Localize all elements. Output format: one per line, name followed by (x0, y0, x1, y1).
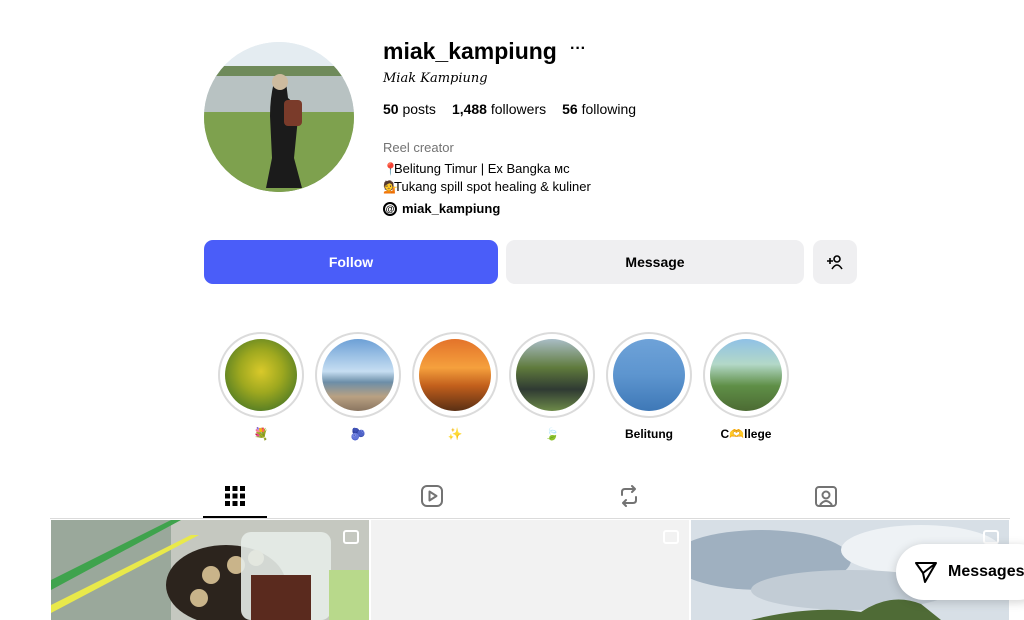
profile-full-name: Miak Kampiung (383, 71, 488, 86)
reel-icon (343, 530, 359, 544)
tab-reposts[interactable] (616, 483, 642, 509)
profile-category: Reel creator (383, 140, 454, 155)
pin-icon: 📍 (383, 161, 398, 176)
posts-count: 50 posts (383, 101, 436, 117)
followers-link[interactable]: 1,488 followers (452, 101, 546, 117)
highlight-1[interactable] (218, 332, 304, 418)
suggested-users-button[interactable] (813, 240, 857, 284)
post-thumbnail-1[interactable] (51, 520, 369, 620)
highlight-label: Belitung (625, 427, 673, 441)
message-button[interactable]: Message (506, 240, 804, 284)
highlight-label: 🍃 (544, 427, 560, 441)
tagged-icon (815, 486, 837, 507)
highlight-label: ✨ (447, 427, 463, 441)
more-options-icon[interactable]: ··· (570, 40, 586, 58)
send-icon (915, 562, 937, 583)
reel-icon (983, 530, 999, 544)
threads-icon: @ (383, 201, 397, 216)
profile-avatar[interactable] (204, 42, 354, 192)
bio-line-description: 💁 Tukang spill spot healing & kuliner (383, 179, 591, 194)
following-link[interactable]: 56 following (562, 101, 636, 117)
post-thumbnail-2[interactable] (371, 520, 689, 620)
highlight-4[interactable] (509, 332, 595, 418)
tabs-divider (50, 518, 1010, 519)
tab-reels[interactable] (419, 483, 445, 509)
reels-icon (421, 485, 443, 507)
highlight-6[interactable] (703, 332, 789, 418)
bio-line-location: 📍 Belitung Timur | Ex Bangka ᴍᴄ (383, 161, 570, 176)
threads-link[interactable]: @ miak_kampiung (383, 201, 500, 216)
add-user-icon (827, 255, 843, 270)
repost-icon (621, 485, 637, 507)
tab-posts[interactable] (222, 483, 248, 509)
highlight-3[interactable] (412, 332, 498, 418)
tab-tagged[interactable] (813, 483, 839, 509)
person-icon: 💁 (383, 179, 398, 194)
reel-icon (663, 530, 679, 544)
highlight-label: 💐 (253, 427, 269, 441)
highlight-5[interactable] (606, 332, 692, 418)
grid-icon (225, 486, 245, 506)
highlight-label: C🫶llege (720, 427, 772, 441)
highlight-label: 🫐 (350, 427, 366, 441)
profile-stats: 50 posts 1,488 followers 56 following (383, 101, 636, 117)
highlight-2[interactable] (315, 332, 401, 418)
profile-username: miak_kampiung (383, 38, 557, 64)
follow-button[interactable]: Follow (204, 240, 498, 284)
messages-button[interactable]: Messages (896, 544, 1024, 600)
